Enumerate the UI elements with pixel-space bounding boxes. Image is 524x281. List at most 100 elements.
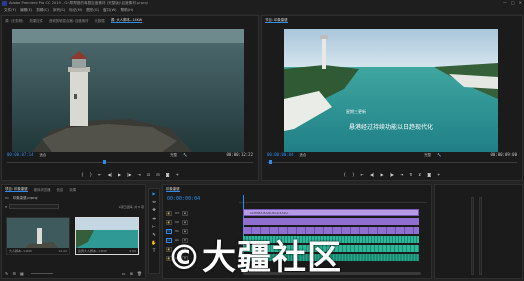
tab-program[interactable]: 节目: 印象康健 — [265, 17, 288, 23]
menu-clip[interactable]: 剪辑(C) — [36, 8, 49, 13]
play-icon[interactable]: ▶ — [380, 172, 383, 177]
mark-out-icon[interactable]: } — [352, 172, 355, 177]
program-monitor-panel: 节目: 印象康健 悬港经过持续功能以日趋现代化 星期三更新 00:00:00:0… — [261, 15, 523, 181]
menu-file[interactable]: 文件(F) — [4, 8, 16, 13]
frame-forward-icon[interactable]: |▶ — [127, 172, 131, 177]
lock-toggle-icon[interactable]: 🔒 — [166, 210, 172, 216]
project-clip-2[interactable]: 嘉宾大人脚本--14KW 9:00 — [75, 217, 139, 255]
selection-tool-icon[interactable]: ▶ — [152, 191, 155, 196]
frame-forward-icon[interactable]: |▶ — [390, 172, 394, 177]
slip-tool-icon[interactable]: ⊢ — [152, 224, 156, 229]
source-duration: 00:00:12:22 — [226, 152, 254, 157]
project-item-count: 1项已选择, 共 8 项 — [118, 204, 144, 209]
eye-toggle-icon[interactable]: ◉ — [181, 210, 188, 216]
step-forward-icon[interactable]: ⇥ — [400, 172, 403, 177]
track-select-tool-icon[interactable]: ⇔ — [152, 199, 156, 204]
track-header-v2: 🔒 V2 ◉ — [163, 218, 237, 226]
window-controls: — □ ✕ — [503, 0, 522, 5]
mark-in-icon[interactable]: { — [344, 172, 347, 177]
hand-tool-icon[interactable]: ✋ — [151, 240, 156, 245]
lift-icon[interactable]: ⊼ — [409, 172, 412, 177]
timeline-ruler[interactable] — [239, 195, 427, 270]
new-item-icon[interactable]: ⊞ — [130, 271, 133, 276]
program-duration: 00:00:09:00 — [490, 152, 518, 157]
camera-icon[interactable]: ◙ — [427, 172, 431, 177]
search-icon[interactable]: ⌕ — [5, 204, 7, 209]
trash-icon[interactable]: 🗑 — [137, 271, 142, 276]
eye-toggle-icon[interactable]: ◉ — [181, 219, 188, 225]
menu-marker[interactable]: 标记(M) — [69, 8, 82, 13]
tab-source-empty[interactable]: 源: (无剪辑) — [5, 18, 23, 23]
tab-info[interactable]: 信息 — [57, 187, 64, 192]
icon-view-icon[interactable]: ▦ — [20, 271, 24, 276]
add-button-icon[interactable]: + — [437, 172, 440, 177]
wrench-icon[interactable]: 🔧 — [437, 153, 441, 157]
menu-edit[interactable]: 编辑(E) — [20, 8, 32, 13]
mark-out-icon[interactable]: } — [90, 172, 93, 177]
add-button-icon[interactable]: + — [176, 172, 179, 177]
camera-icon[interactable]: ◙ — [166, 172, 170, 177]
zoom-slider[interactable] — [30, 272, 53, 274]
program-playhead-timecode[interactable]: 00:00:00:04 — [267, 152, 294, 157]
extract-icon[interactable]: ⊻ — [418, 172, 421, 177]
timeline-timecode[interactable]: 00:00:00:04 — [167, 196, 200, 202]
menu-help[interactable]: 帮助(H) — [121, 8, 134, 13]
step-back-icon[interactable]: ⇤ — [98, 172, 101, 177]
tab-project[interactable]: 项目: 印象康健 — [5, 186, 28, 192]
lock-toggle-icon[interactable]: 🔒 — [166, 219, 172, 225]
project-search-input[interactable] — [9, 204, 60, 209]
source-quality-dropdown[interactable]: 完整 — [170, 152, 177, 157]
menu-graphics[interactable]: 图形(G) — [86, 8, 99, 13]
source-playhead-timecode[interactable]: 00:00:07:14 — [7, 152, 34, 157]
program-fit-dropdown[interactable]: 适合 — [300, 152, 307, 157]
source-playhead[interactable] — [103, 160, 106, 164]
source-scrubber[interactable] — [7, 160, 253, 164]
maximize-button[interactable]: □ — [511, 0, 515, 5]
source-monitor-panel: 源: (无剪辑) 效果控件 音频剪辑混合器: 百度素材 元数据 源: 大人脚本-… — [1, 15, 259, 181]
play-icon[interactable]: ▶ — [118, 172, 121, 177]
program-scrubber[interactable] — [267, 160, 517, 164]
tab-metadata[interactable]: 元数据 — [95, 18, 105, 23]
tab-effect-controls[interactable]: 效果控件 — [29, 18, 43, 23]
tab-effects[interactable]: 效果 — [69, 187, 76, 192]
pencil-icon[interactable]: ✎ — [5, 271, 8, 276]
source-video-frame[interactable] — [12, 29, 244, 152]
mark-in-icon[interactable]: { — [81, 172, 84, 177]
menu-window[interactable]: 窗口(W) — [103, 8, 117, 13]
insert-icon[interactable]: ⊡ — [147, 172, 150, 177]
tab-audio-clip-mixer[interactable]: 音频剪辑混合器: 百度素材 — [49, 18, 89, 23]
new-bin-icon[interactable]: ▭ — [122, 271, 126, 276]
source-fit-dropdown[interactable]: 适合 — [40, 152, 47, 157]
frame-back-icon[interactable]: ◀| — [108, 172, 112, 177]
ripple-edit-tool-icon[interactable]: ✥ — [152, 207, 156, 212]
program-quality-dropdown[interactable]: 完整 — [424, 152, 431, 157]
menu-sequence[interactable]: 序列(S) — [53, 8, 65, 13]
video-clip-v2[interactable] — [243, 218, 419, 225]
track-name-v2: V2 — [175, 220, 179, 224]
program-scrub-track — [267, 161, 517, 163]
minimize-button[interactable]: — — [503, 0, 507, 5]
wrench-icon[interactable]: 🔧 — [183, 153, 187, 157]
video-clip-title[interactable]: SCHNEA-BAKK-NGK-5ASIA — [243, 209, 419, 216]
type-tool-icon[interactable]: T — [153, 248, 156, 253]
frame-back-icon[interactable]: ◀| — [370, 172, 374, 177]
tab-source-clip[interactable]: 源: 大人脚本--14KW — [110, 17, 143, 23]
overwrite-icon[interactable]: ⊟ — [156, 172, 159, 177]
program-video-frame[interactable]: 悬港经过持续功能以日趋现代化 星期三更新 — [284, 29, 498, 152]
project-file-row: ▭ 印象康健.prproj — [5, 195, 37, 200]
step-back-icon[interactable]: ⇤ — [361, 172, 364, 177]
tab-sequence[interactable]: 印象康健 — [166, 186, 180, 192]
track-header-v3: 🔒 V3 ◉ — [163, 209, 237, 217]
step-forward-icon[interactable]: ⇥ — [138, 172, 141, 177]
clip-1-name: 大人脚本--14KW — [9, 249, 32, 253]
clip-1-label: 大人脚本--14KW 12:22 — [7, 248, 69, 254]
razor-tool-icon[interactable]: ⇹ — [152, 216, 156, 221]
title-bar: Adobe Premiere Pro CC 2019 - G:\帮帮做的粤剧百度… — [0, 0, 524, 7]
list-view-icon[interactable]: ☰ — [12, 271, 16, 276]
close-button[interactable]: ✕ — [519, 0, 522, 5]
project-clip-1[interactable]: 大人脚本--14KW 12:22 — [6, 217, 70, 255]
pen-tool-icon[interactable]: ✎ — [152, 232, 156, 237]
tab-media-browser[interactable]: 媒体浏览器 — [34, 187, 51, 192]
program-playhead[interactable] — [269, 160, 272, 164]
program-subtitle: 悬港经过持续功能以日趋现代化 — [349, 123, 433, 131]
